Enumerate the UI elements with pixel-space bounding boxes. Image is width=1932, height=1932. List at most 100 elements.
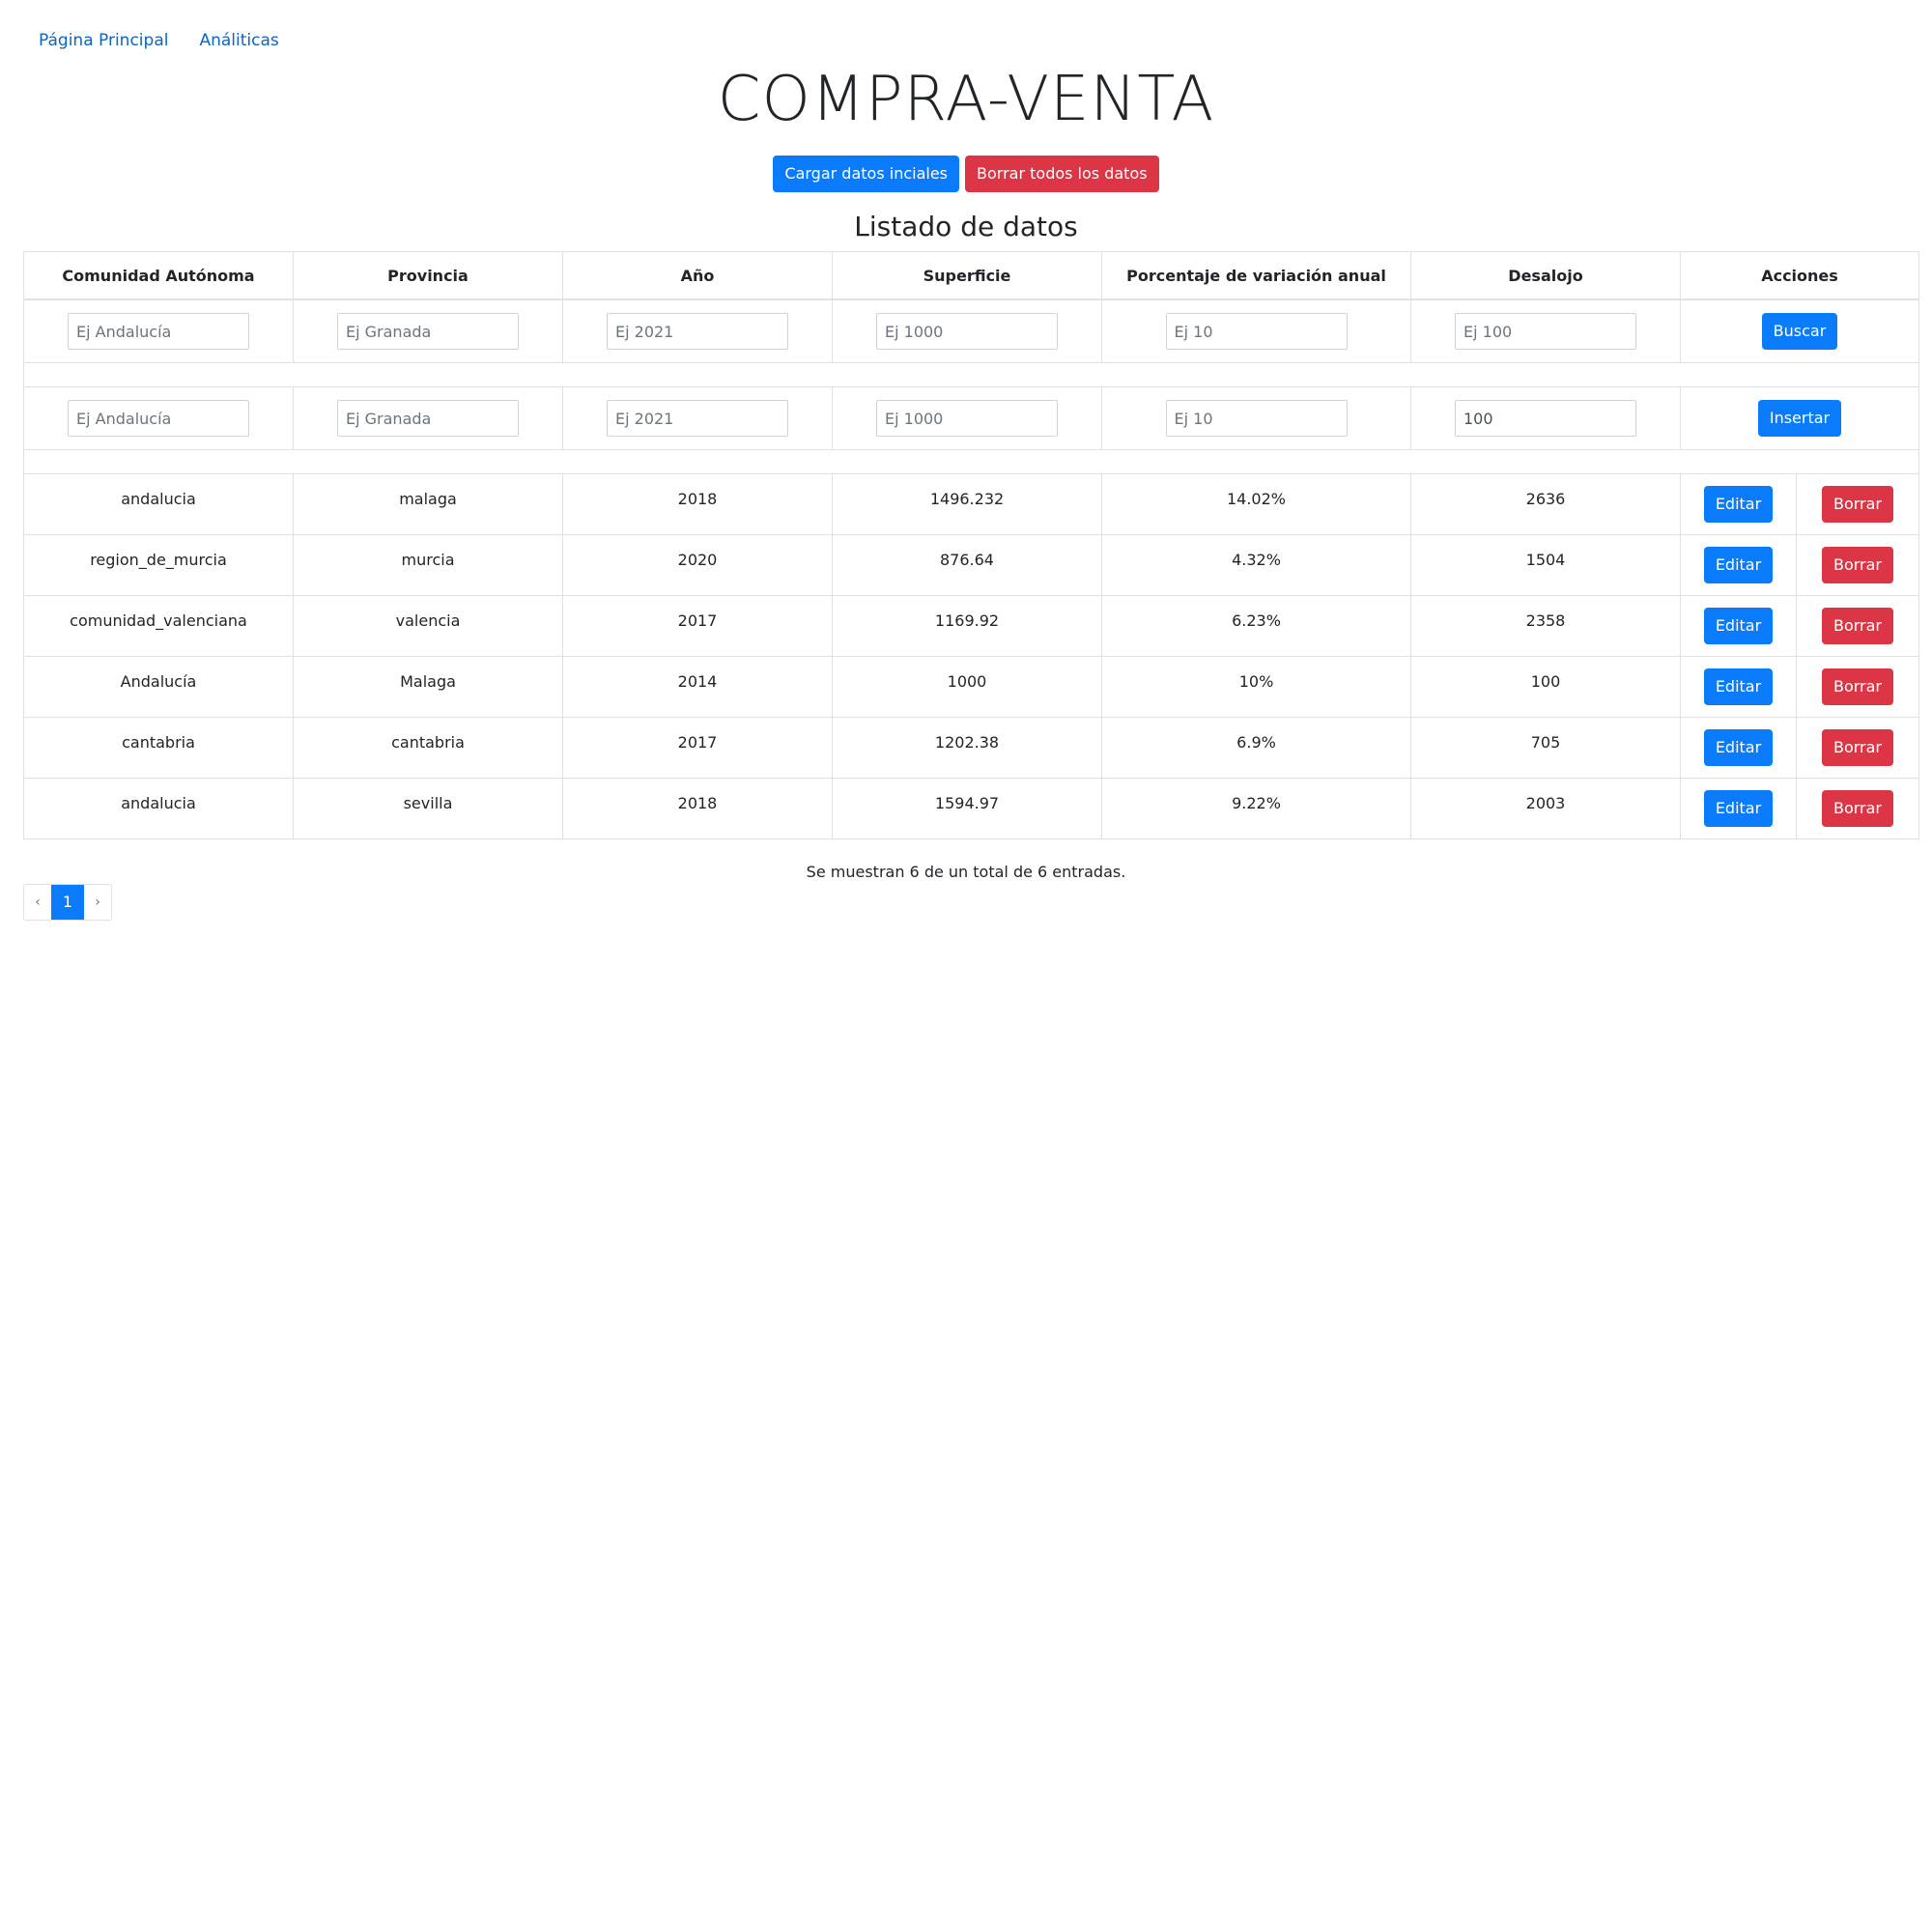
delete-cell: Borrar <box>1796 656 1919 718</box>
edit-cell: Editar <box>1680 656 1797 718</box>
spacer-row <box>23 449 1919 474</box>
nav-link-home[interactable]: Página Principal <box>39 31 168 50</box>
cell-provincia: sevilla <box>293 778 563 839</box>
table-row: andalucia malaga 2018 1496.232 14.02% 26… <box>23 473 1919 535</box>
search-superficie-input[interactable] <box>876 313 1058 350</box>
pagination-next-button[interactable]: › <box>84 885 111 920</box>
delete-cell: Borrar <box>1796 534 1919 596</box>
edit-cell: Editar <box>1680 717 1797 779</box>
table-row: andalucia sevilla 2018 1594.97 9.22% 200… <box>23 778 1919 839</box>
search-comunidad-input[interactable] <box>68 313 249 350</box>
search-button[interactable]: Buscar <box>1761 313 1838 350</box>
edit-cell: Editar <box>1680 534 1797 596</box>
cell-comunidad: andalucia <box>23 778 294 839</box>
column-header-provincia: Provincia <box>293 251 563 300</box>
delete-cell: Borrar <box>1796 778 1919 839</box>
search-cell <box>562 298 833 363</box>
cell-superficie: 1000 <box>832 656 1102 718</box>
table-row: region_de_murcia murcia 2020 876.64 4.32… <box>23 534 1919 596</box>
cell-comunidad: region_de_murcia <box>23 534 294 596</box>
cell-desalojo: 2358 <box>1410 595 1681 657</box>
insert-cell <box>562 386 833 450</box>
cell-desalojo: 2003 <box>1410 778 1681 839</box>
cell-anio: 2018 <box>562 778 833 839</box>
edit-cell: Editar <box>1680 595 1797 657</box>
search-cell <box>293 298 563 363</box>
search-cell <box>832 298 1102 363</box>
cell-desalojo: 2636 <box>1410 473 1681 535</box>
cell-anio: 2017 <box>562 717 833 779</box>
delete-button[interactable]: Borrar <box>1821 547 1894 583</box>
delete-button[interactable]: Borrar <box>1821 729 1894 766</box>
pagination-prev-button[interactable]: ‹ <box>24 885 51 920</box>
pagination: ‹ 1 › <box>23 884 112 921</box>
delete-all-data-button[interactable]: Borrar todos los datos <box>965 156 1159 192</box>
cell-superficie: 1496.232 <box>832 473 1102 535</box>
edit-button[interactable]: Editar <box>1703 668 1774 705</box>
insert-cell <box>293 386 563 450</box>
insert-provincia-input[interactable] <box>337 400 519 437</box>
cell-superficie: 1202.38 <box>832 717 1102 779</box>
insert-button[interactable]: Insertar <box>1757 400 1842 437</box>
edit-cell: Editar <box>1680 778 1797 839</box>
table-row: comunidad_valenciana valencia 2017 1169.… <box>23 595 1919 657</box>
column-header-anio: Año <box>562 251 833 300</box>
delete-button[interactable]: Borrar <box>1821 790 1894 827</box>
cell-porcentaje: 10% <box>1101 656 1411 718</box>
delete-button[interactable]: Borrar <box>1821 668 1894 705</box>
edit-button[interactable]: Editar <box>1703 729 1774 766</box>
nav-link-analytics[interactable]: Análiticas <box>199 31 278 50</box>
edit-button[interactable]: Editar <box>1703 608 1774 644</box>
cell-superficie: 1169.92 <box>832 595 1102 657</box>
spacer-row <box>23 362 1919 387</box>
column-header-porcentaje: Porcentaje de variación anual <box>1101 251 1411 300</box>
insert-desalojo-input[interactable] <box>1455 400 1636 437</box>
column-header-acciones: Acciones <box>1680 251 1919 300</box>
search-porcentaje-input[interactable] <box>1165 313 1348 350</box>
insert-row: Insertar <box>23 386 1919 450</box>
cell-superficie: 1594.97 <box>832 778 1102 839</box>
cell-comunidad: Andalucía <box>23 656 294 718</box>
delete-cell: Borrar <box>1796 717 1919 779</box>
delete-button[interactable]: Borrar <box>1821 608 1894 644</box>
cell-comunidad: cantabria <box>23 717 294 779</box>
edit-button[interactable]: Editar <box>1703 486 1774 523</box>
cell-desalojo: 705 <box>1410 717 1681 779</box>
edit-button[interactable]: Editar <box>1703 547 1774 583</box>
search-desalojo-input[interactable] <box>1455 313 1636 350</box>
search-action-cell: Buscar <box>1680 298 1919 363</box>
insert-cell <box>1101 386 1411 450</box>
cell-anio: 2020 <box>562 534 833 596</box>
delete-cell: Borrar <box>1796 595 1919 657</box>
table-header-row: Comunidad Autónoma Provincia Año Superfi… <box>23 251 1919 300</box>
search-cell <box>1101 298 1411 363</box>
insert-action-cell: Insertar <box>1680 386 1919 450</box>
search-provincia-input[interactable] <box>337 313 519 350</box>
search-cell <box>1410 298 1681 363</box>
insert-superficie-input[interactable] <box>876 400 1058 437</box>
insert-comunidad-input[interactable] <box>68 400 249 437</box>
cell-provincia: valencia <box>293 595 563 657</box>
cell-desalojo: 1504 <box>1410 534 1681 596</box>
load-initial-data-button[interactable]: Cargar datos inciales <box>773 156 960 192</box>
delete-button[interactable]: Borrar <box>1821 486 1894 523</box>
cell-comunidad: comunidad_valenciana <box>23 595 294 657</box>
cell-desalojo: 100 <box>1410 656 1681 718</box>
insert-porcentaje-input[interactable] <box>1165 400 1348 437</box>
cell-superficie: 876.64 <box>832 534 1102 596</box>
pagination-page-current[interactable]: 1 <box>51 885 84 920</box>
insert-anio-input[interactable] <box>607 400 788 437</box>
spacer-cell <box>23 449 1919 474</box>
column-header-desalojo: Desalojo <box>1410 251 1681 300</box>
cell-porcentaje: 6.9% <box>1101 717 1411 779</box>
search-row: Buscar <box>23 298 1919 363</box>
top-nav: Página Principal Análiticas <box>39 31 279 50</box>
search-anio-input[interactable] <box>607 313 788 350</box>
list-title: Listado de datos <box>854 211 1078 242</box>
edit-button[interactable]: Editar <box>1703 790 1774 827</box>
cell-porcentaje: 4.32% <box>1101 534 1411 596</box>
insert-cell <box>832 386 1102 450</box>
spacer-cell <box>23 362 1919 387</box>
page-title: COMPRA-VENTA <box>717 64 1215 135</box>
insert-cell <box>1410 386 1681 450</box>
